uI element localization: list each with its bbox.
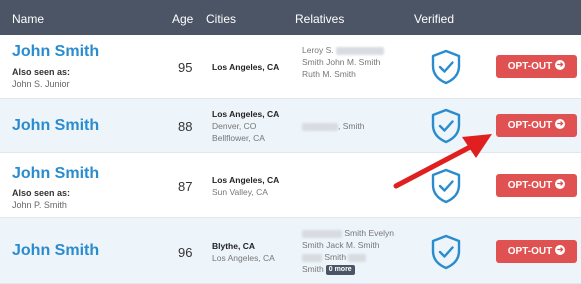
header-name: Name — [12, 12, 45, 26]
city: Los Angeles, CA — [212, 109, 280, 119]
also-seen-as-label: Also seen as: — [12, 188, 71, 198]
city: Sun Valley, CA — [212, 187, 268, 197]
arrow-right-circle-icon: ➜ — [555, 60, 566, 71]
relative: Smith Evelyn — [302, 227, 402, 239]
person-name-link[interactable]: John Smith — [12, 117, 99, 135]
city: Bellflower, CA — [212, 133, 265, 143]
header-relatives: Relatives — [295, 12, 345, 26]
arrow-right-circle-icon: ➜ — [555, 179, 566, 190]
relatives-list: Smith Evelyn Smith Jack M. Smith Smith S… — [302, 227, 402, 275]
relatives-list: , Smith — [302, 120, 402, 132]
age-value: 88 — [178, 119, 193, 134]
arrow-right-circle-icon: ➜ — [555, 119, 566, 130]
city: Los Angeles, CA — [212, 62, 280, 72]
age-value: 95 — [178, 60, 193, 75]
age-value: 96 — [178, 245, 193, 260]
arrow-right-circle-icon: ➜ — [555, 245, 566, 256]
red-pointer-arrow — [393, 134, 492, 189]
shield-check-icon — [431, 234, 461, 270]
relative: Smith 0 more — [302, 263, 402, 275]
results-table-header: Name Age Cities Relatives Verified — [0, 0, 581, 35]
relative: Leroy S. — [302, 44, 402, 56]
also-seen-as-name: John S. Junior — [12, 79, 70, 89]
city: Blythe, CA — [212, 241, 255, 251]
cities-list: Blythe, CA Los Angeles, CA — [212, 240, 297, 264]
person-name-link[interactable]: John Smith — [12, 165, 99, 183]
opt-out-button[interactable]: OPT-OUT ➜ — [496, 55, 577, 78]
opt-out-button[interactable]: OPT-OUT ➜ — [496, 174, 577, 197]
opt-out-button[interactable]: OPT-OUT ➜ — [496, 114, 577, 137]
shield-check-icon — [431, 49, 461, 85]
header-age: Age — [172, 12, 194, 26]
relative: Smith — [302, 251, 402, 263]
relative: Smith Jack M. Smith — [302, 240, 380, 250]
cities-list: Los Angeles, CA — [212, 61, 297, 73]
opt-out-button[interactable]: OPT-OUT ➜ — [496, 240, 577, 263]
table-row: John Smith Also seen as: John S. Junior … — [0, 35, 581, 99]
cities-list: Los Angeles, CA Denver, CO Bellflower, C… — [212, 108, 297, 144]
relative: Smith John M. Smith — [302, 57, 381, 67]
person-name-link[interactable]: John Smith — [12, 43, 99, 61]
age-value: 87 — [178, 179, 193, 194]
relative: Ruth M. Smith — [302, 69, 356, 79]
city: Los Angeles, CA — [212, 253, 275, 263]
person-name-link[interactable]: John Smith — [12, 242, 99, 260]
relative: , Smith — [302, 120, 402, 132]
also-seen-as-name: John P. Smith — [12, 200, 67, 210]
header-verified: Verified — [414, 12, 455, 26]
city: Denver, CO — [212, 121, 257, 131]
city: Los Angeles, CA — [212, 175, 280, 185]
table-row: John Smith 96 Blythe, CA Los Angeles, CA… — [0, 218, 581, 284]
header-cities: Cities — [206, 12, 237, 26]
more-relatives-badge[interactable]: 0 more — [325, 264, 355, 275]
also-seen-as-label: Also seen as: — [12, 67, 71, 77]
cities-list: Los Angeles, CA Sun Valley, CA — [212, 174, 297, 198]
relatives-list: Leroy S. Smith John M. Smith Ruth M. Smi… — [302, 44, 402, 80]
